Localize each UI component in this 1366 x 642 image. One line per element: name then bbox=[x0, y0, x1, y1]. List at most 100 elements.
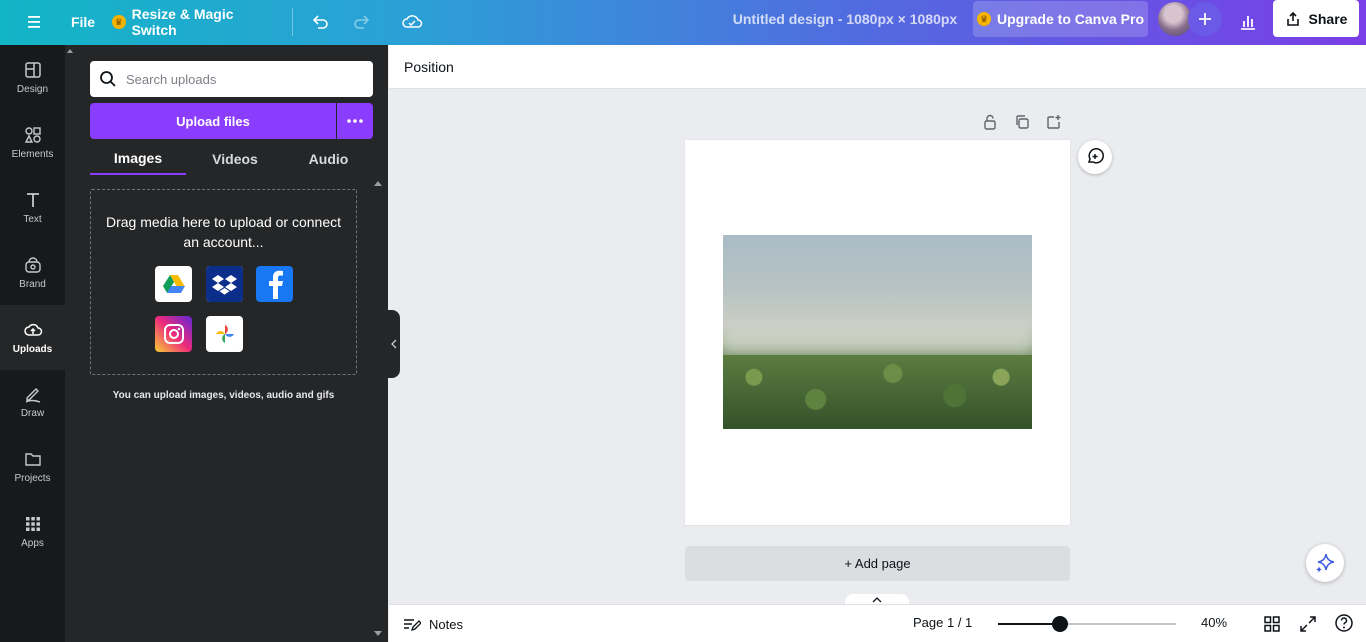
rail-label: Projects bbox=[14, 473, 51, 484]
undo-button[interactable] bbox=[302, 4, 338, 40]
save-status-button[interactable] bbox=[394, 4, 430, 40]
analytics-button[interactable] bbox=[1230, 4, 1266, 40]
brand-icon bbox=[24, 257, 41, 273]
rail-item-draw[interactable]: Draw bbox=[0, 369, 65, 434]
zoom-slider-fill bbox=[998, 623, 1061, 625]
share-icon bbox=[1286, 11, 1299, 26]
landscape-photo[interactable] bbox=[723, 235, 1032, 429]
more-icon bbox=[347, 119, 363, 123]
add-page-button-small[interactable] bbox=[1044, 112, 1064, 132]
page-tools bbox=[980, 112, 1064, 134]
design-icon bbox=[24, 62, 41, 78]
rail-label: Elements bbox=[11, 149, 54, 160]
rail-label: Text bbox=[23, 214, 42, 225]
text-icon bbox=[26, 193, 39, 207]
crown-icon: ♛ bbox=[976, 12, 991, 26]
design-page[interactable] bbox=[685, 140, 1070, 525]
top-bar: File ♛ Resize & Magic Switch Untitled de… bbox=[0, 0, 1366, 45]
apps-icon bbox=[25, 517, 40, 531]
upload-files-button[interactable]: Upload files bbox=[90, 103, 336, 139]
page-count[interactable]: Page 1 / 1 bbox=[913, 615, 972, 630]
redo-button[interactable] bbox=[344, 4, 380, 40]
fullscreen-icon bbox=[1300, 616, 1316, 632]
rail-item-brand[interactable]: Brand bbox=[0, 240, 65, 305]
rail-item-elements[interactable]: Elements bbox=[0, 110, 65, 175]
grid-view-button[interactable] bbox=[1262, 614, 1282, 634]
upgrade-button[interactable]: ♛ Upgrade to Canva Pro bbox=[973, 1, 1148, 37]
redo-icon bbox=[354, 15, 370, 29]
rail-label: Brand bbox=[19, 279, 46, 290]
zoom-slider[interactable] bbox=[998, 623, 1176, 625]
file-menu-button[interactable]: File bbox=[64, 4, 102, 40]
help-button[interactable] bbox=[1334, 613, 1354, 633]
google-photos-icon bbox=[215, 325, 234, 343]
google-photos-button[interactable] bbox=[206, 316, 243, 352]
avatar[interactable] bbox=[1158, 2, 1192, 36]
dropbox-button[interactable] bbox=[206, 266, 243, 302]
notes-icon bbox=[404, 619, 421, 632]
google-drive-button[interactable] bbox=[155, 266, 192, 302]
notes-button[interactable]: Notes bbox=[397, 609, 469, 639]
panel-scrollbar[interactable] bbox=[371, 177, 385, 640]
menu-button[interactable] bbox=[16, 4, 52, 40]
context-toolbar: Position bbox=[389, 45, 1366, 89]
photo-forest bbox=[723, 355, 1032, 429]
lock-icon bbox=[984, 114, 996, 130]
rail-item-text[interactable]: Text bbox=[0, 175, 65, 240]
rail-item-uploads[interactable]: Uploads bbox=[0, 305, 65, 370]
upload-dropzone[interactable]: Drag media here to upload or connect an … bbox=[90, 189, 357, 375]
zoom-level[interactable]: 40% bbox=[1187, 615, 1241, 630]
elements-icon bbox=[24, 127, 41, 143]
rail-label: Apps bbox=[21, 538, 44, 549]
scroll-down-arrow[interactable] bbox=[374, 631, 382, 636]
rail-label: Design bbox=[16, 84, 49, 95]
add-comment-button[interactable] bbox=[1078, 140, 1112, 174]
chevron-left-icon bbox=[391, 339, 397, 349]
upload-options-button[interactable] bbox=[337, 103, 373, 139]
dropzone-text: Drag media here to upload or connect an … bbox=[105, 214, 342, 250]
zoom-slider-thumb[interactable] bbox=[1052, 616, 1069, 632]
facebook-icon bbox=[268, 270, 283, 299]
magic-assistant-button[interactable] bbox=[1306, 544, 1344, 582]
rail-label: Uploads bbox=[12, 344, 53, 355]
rail-item-apps[interactable]: Apps bbox=[0, 499, 65, 564]
search-box[interactable] bbox=[90, 61, 373, 97]
uploads-icon bbox=[23, 323, 42, 336]
crown-icon: ♛ bbox=[112, 15, 126, 29]
plus-icon bbox=[1199, 13, 1211, 25]
photo-haze bbox=[723, 325, 1032, 355]
search-input[interactable] bbox=[126, 67, 366, 91]
side-rail: Design Elements Text Brand Uploads Draw … bbox=[0, 45, 65, 642]
media-tabs: Images Videos Audio bbox=[90, 143, 373, 175]
tab-images[interactable]: Images bbox=[90, 143, 186, 175]
scroll-up-arrow[interactable] bbox=[374, 181, 382, 186]
uploads-panel: Upload files Images Videos Audio Drag me… bbox=[65, 45, 388, 642]
sparkle-icon bbox=[1316, 553, 1335, 573]
collapse-panel-button[interactable] bbox=[388, 310, 400, 378]
rail-item-design[interactable]: Design bbox=[0, 45, 65, 110]
draw-icon bbox=[25, 388, 40, 403]
rail-item-projects[interactable]: Projects bbox=[0, 434, 65, 499]
resize-magic-switch-button[interactable]: ♛ Resize & Magic Switch bbox=[112, 4, 278, 40]
position-button[interactable]: Position bbox=[397, 51, 461, 83]
instagram-button[interactable] bbox=[155, 316, 192, 352]
chevron-up-icon bbox=[872, 597, 882, 603]
add-page-button[interactable]: + Add page bbox=[685, 546, 1070, 581]
search-icon bbox=[100, 71, 116, 87]
add-collaborator-button[interactable] bbox=[1188, 2, 1222, 36]
document-title[interactable]: Untitled design - 1080px × 1080px bbox=[720, 11, 970, 27]
panel-scroll-up-arrow[interactable] bbox=[67, 49, 73, 53]
add-page-icon bbox=[1047, 115, 1061, 129]
duplicate-page-button[interactable] bbox=[1012, 112, 1032, 132]
lock-page-button[interactable] bbox=[980, 112, 1000, 132]
grid-icon bbox=[1264, 616, 1280, 632]
tab-videos[interactable]: Videos bbox=[188, 143, 282, 175]
tab-audio[interactable]: Audio bbox=[284, 143, 373, 175]
share-button[interactable]: Share bbox=[1273, 0, 1359, 37]
fullscreen-button[interactable] bbox=[1298, 614, 1318, 634]
google-drive-icon bbox=[162, 275, 185, 293]
menu-icon bbox=[28, 16, 40, 28]
instagram-icon bbox=[163, 324, 184, 344]
facebook-button[interactable] bbox=[256, 266, 293, 302]
cloud-save-icon bbox=[402, 15, 423, 28]
